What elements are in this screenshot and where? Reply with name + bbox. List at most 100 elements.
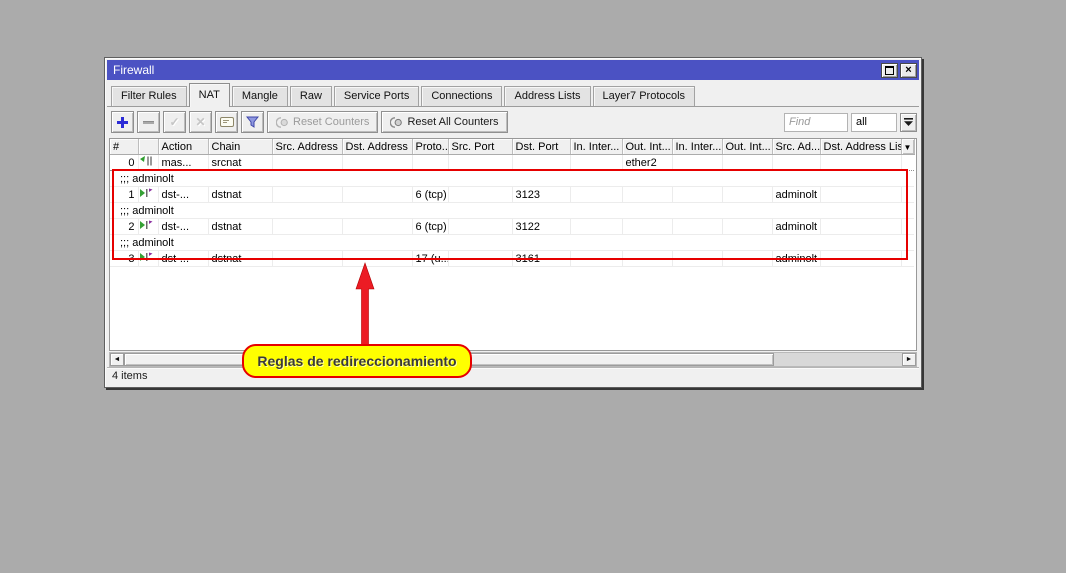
tab-strip: Filter Rules NAT Mangle Raw Service Port… <box>107 80 919 107</box>
scroll-left-button[interactable]: ◄ <box>110 353 124 366</box>
rule-comment: ;;; adminolt <box>110 171 914 187</box>
find-input[interactable] <box>784 113 848 132</box>
col-protocol[interactable]: Proto... <box>412 139 448 155</box>
rule-number: 0 <box>110 155 138 171</box>
col-in-interface-list[interactable]: In. Inter... <box>672 139 722 155</box>
tab-mangle[interactable]: Mangle <box>232 86 288 106</box>
filter-button[interactable] <box>241 111 264 133</box>
dst-nat-action-icon <box>140 220 153 230</box>
reset-counters-label: Reset Counters <box>293 116 369 128</box>
rule-protocol: 6 (tcp) <box>412 219 448 235</box>
add-button[interactable] <box>111 111 134 133</box>
col-src-address[interactable]: Src. Address <box>272 139 342 155</box>
comment-row[interactable]: ;;; adminolt <box>110 203 914 219</box>
annotation-callout: Reglas de redireccionamiento <box>242 344 472 378</box>
col-out-interface[interactable]: Out. Int... <box>622 139 672 155</box>
reset-all-counters-icon <box>390 117 403 128</box>
rule-action: dst-... <box>158 219 208 235</box>
column-options-button[interactable]: ▼ <box>901 139 914 155</box>
masquerade-action-icon <box>140 156 153 166</box>
col-number[interactable]: # <box>110 139 138 155</box>
check-icon: ✓ <box>169 115 179 129</box>
tab-nat[interactable]: NAT <box>189 83 230 107</box>
reset-counters-button[interactable]: Reset Counters <box>267 111 378 133</box>
titlebar[interactable]: Firewall × <box>107 60 919 80</box>
col-src-port[interactable]: Src. Port <box>448 139 512 155</box>
maximize-button[interactable] <box>881 63 898 78</box>
scrollbar-track[interactable] <box>774 353 902 366</box>
rule-action: dst-... <box>158 251 208 267</box>
tab-raw[interactable]: Raw <box>290 86 332 106</box>
col-in-interface[interactable]: In. Inter... <box>570 139 622 155</box>
reset-all-counters-label: Reset All Counters <box>407 116 498 128</box>
annotation-callout-text: Reglas de redireccionamiento <box>257 353 456 369</box>
comment-button[interactable] <box>215 111 238 133</box>
comment-row[interactable]: ;;; adminolt <box>110 171 914 187</box>
reset-all-counters-button[interactable]: Reset All Counters <box>381 111 507 133</box>
col-out-interface-list[interactable]: Out. Int... <box>722 139 772 155</box>
col-chain[interactable]: Chain <box>208 139 272 155</box>
firewall-window: Firewall × Filter Rules NAT Mangle Raw S… <box>104 57 922 388</box>
rule-dst-port: 3123 <box>512 187 570 203</box>
col-dst-port[interactable]: Dst. Port <box>512 139 570 155</box>
close-button[interactable]: × <box>900 63 917 78</box>
tab-address-lists[interactable]: Address Lists <box>504 86 590 106</box>
item-count: 4 items <box>112 370 147 382</box>
col-dst-address[interactable]: Dst. Address <box>342 139 412 155</box>
plus-icon <box>117 117 128 128</box>
tab-layer7-protocols[interactable]: Layer7 Protocols <box>593 86 696 106</box>
rule-action: dst-... <box>158 187 208 203</box>
rule-src-address-list: adminolt <box>772 219 820 235</box>
maximize-icon <box>885 66 894 75</box>
horizontal-scrollbar[interactable]: ◄ ► <box>109 352 917 367</box>
tab-filter-rules[interactable]: Filter Rules <box>111 86 187 106</box>
enable-button[interactable]: ✓ <box>163 111 186 133</box>
comment-icon <box>220 117 234 127</box>
rule-protocol: 17 (u... <box>412 251 448 267</box>
window-title: Firewall <box>113 63 154 77</box>
col-dst-address-list[interactable]: Dst. Address Lis <box>820 139 901 155</box>
rule-chain: dstnat <box>208 219 272 235</box>
rule-protocol: 6 (tcp) <box>412 187 448 203</box>
rule-comment: ;;; adminolt <box>110 203 914 219</box>
reset-counters-icon <box>276 117 289 128</box>
rule-number: 1 <box>110 187 138 203</box>
flag-cell <box>138 251 158 267</box>
filter-select-value: all <box>856 116 867 128</box>
rule-out-interface: ether2 <box>622 155 672 171</box>
dropdown-arrow-icon <box>903 117 914 127</box>
rule-row-3[interactable]: 3 dst-... dstnat 17 (u... 3161 adminolt <box>110 251 914 267</box>
flag-cell <box>138 155 158 171</box>
filter-select[interactable]: all <box>851 113 897 132</box>
comment-row[interactable]: ;;; adminolt <box>110 235 914 251</box>
rule-action: mas... <box>158 155 208 171</box>
remove-button[interactable] <box>137 111 160 133</box>
filter-select-dropdown-button[interactable] <box>900 113 917 132</box>
status-bar: 4 items <box>107 367 919 385</box>
rule-chain: srcnat <box>208 155 272 171</box>
rule-src-address-list: adminolt <box>772 251 820 267</box>
scroll-right-button[interactable]: ► <box>902 353 916 366</box>
minus-icon <box>143 120 154 125</box>
rule-number: 3 <box>110 251 138 267</box>
tab-connections[interactable]: Connections <box>421 86 502 106</box>
rule-dst-port: 3161 <box>512 251 570 267</box>
rule-comment: ;;; adminolt <box>110 235 914 251</box>
col-flags[interactable] <box>138 139 158 155</box>
col-action[interactable]: Action <box>158 139 208 155</box>
dst-nat-action-icon <box>140 188 153 198</box>
rule-src-address-list: adminolt <box>772 187 820 203</box>
funnel-icon <box>246 116 259 128</box>
rule-row-0[interactable]: 0 mas... srcnat ether2 <box>110 155 914 171</box>
rule-row-1[interactable]: 1 dst-... dstnat 6 (tcp) 3123 adminolt <box>110 187 914 203</box>
x-icon: ✕ <box>195 115 205 129</box>
tab-service-ports[interactable]: Service Ports <box>334 86 419 106</box>
rule-row-2[interactable]: 2 dst-... dstnat 6 (tcp) 3122 adminolt <box>110 219 914 235</box>
rule-number: 2 <box>110 219 138 235</box>
rule-chain: dstnat <box>208 187 272 203</box>
rule-table-area: # Action Chain Src. Address Dst. Address… <box>109 138 917 351</box>
close-icon: × <box>905 65 911 76</box>
col-src-address-list[interactable]: Src. Ad... <box>772 139 820 155</box>
disable-button[interactable]: ✕ <box>189 111 212 133</box>
toolbar: ✓ ✕ Reset Counters Reset All Counters al… <box>107 107 919 137</box>
